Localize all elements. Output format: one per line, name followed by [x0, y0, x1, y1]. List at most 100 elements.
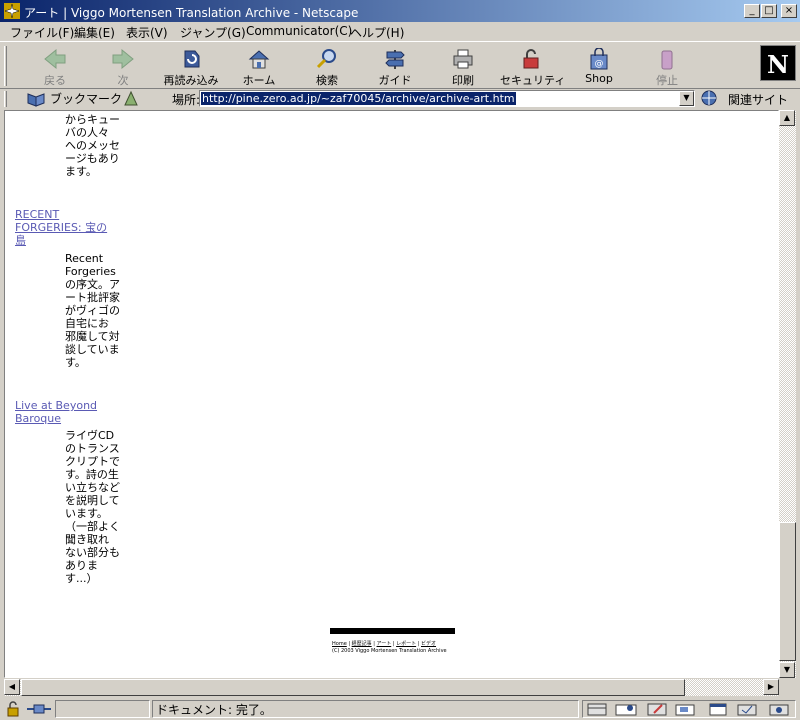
intro-text: からキュー バの人々 へのメッセ ージもあり ます。 — [65, 113, 120, 178]
footer-link-art[interactable]: アート — [377, 641, 392, 647]
desc-line: ライヴCD — [65, 429, 115, 442]
bookmarks-button[interactable]: ブックマーク — [50, 90, 122, 107]
status-bar: ドキュメント: 完了。 — [0, 697, 800, 720]
reload-label: 再読み込み — [163, 74, 219, 87]
chevron-down-icon: ▼ — [683, 93, 690, 102]
window-title: アート | Viggo Mortensen Translation Archiv… — [24, 6, 359, 20]
whats-related-icon — [701, 90, 717, 106]
back-label: 戻る — [44, 74, 66, 87]
maximize-button[interactable]: □ — [761, 4, 777, 18]
footer-link-video[interactable]: ビデオ — [421, 641, 436, 647]
menu-view[interactable]: 表示(V) — [126, 24, 168, 41]
footer-divider — [330, 628, 455, 634]
menu-edit[interactable]: 編集(E) — [74, 24, 115, 41]
print-button[interactable]: 印刷 — [432, 46, 494, 87]
desc-line: ありま — [65, 559, 98, 572]
title-bar: アート | Viggo Mortensen Translation Archiv… — [0, 0, 800, 22]
toolbar-grip[interactable] — [4, 46, 7, 86]
scroll-up-button[interactable]: ▲ — [779, 110, 795, 126]
whats-related-button[interactable]: 関連サイト — [728, 91, 788, 108]
desc-line: のトランス — [65, 442, 120, 455]
vertical-scroll-thumb[interactable] — [779, 522, 796, 661]
netscape-logo-letter: N — [767, 50, 789, 79]
guide-button[interactable]: ガイド — [364, 46, 426, 87]
desc-line: 談していま — [65, 343, 120, 356]
online-icon[interactable] — [769, 704, 789, 716]
status-text: ドキュメント: 完了。 — [156, 703, 272, 717]
intro-line: からキュー — [65, 113, 120, 126]
location-label: 場所: — [172, 93, 201, 107]
home-label: ホーム — [242, 74, 276, 87]
navigator-icon[interactable] — [587, 703, 607, 716]
home-icon — [248, 50, 270, 69]
menu-help[interactable]: ヘルプ(H) — [350, 24, 404, 41]
location-toolbar-grip[interactable] — [4, 91, 7, 107]
link-line: Baroque — [15, 412, 62, 425]
menu-file[interactable]: ファイル(F) — [10, 24, 74, 41]
security-lock-icon[interactable] — [4, 701, 24, 717]
recent-forgeries-link[interactable]: RECENT FORGERIES: 宝の 島 — [15, 208, 107, 247]
footer-link-report[interactable]: レポート — [396, 641, 416, 647]
desc-line: す。 — [65, 356, 86, 369]
scroll-down-button[interactable]: ▼ — [779, 662, 795, 678]
netscape-logo[interactable]: N — [760, 45, 796, 81]
close-icon: × — [784, 5, 794, 16]
progress-meter — [55, 700, 150, 718]
horizontal-scrollbar[interactable]: ◀ ▶ — [4, 679, 779, 696]
desc-line: Recent — [65, 252, 104, 265]
desc-line: Forgeries — [65, 265, 116, 278]
security-button[interactable]: セキュリティ — [500, 46, 565, 87]
vertical-scrollbar[interactable]: ▲ ▼ — [779, 110, 796, 678]
home-button[interactable]: ホーム — [228, 46, 290, 87]
forward-label: 次 — [117, 74, 129, 87]
print-label: 印刷 — [452, 74, 474, 87]
intro-line: ージもあり — [65, 152, 120, 165]
desc-line: （一部よく — [65, 520, 120, 533]
arrow-down-icon: ▼ — [783, 665, 791, 674]
reload-button[interactable]: 再読み込み — [160, 46, 222, 87]
scroll-left-button[interactable]: ◀ — [4, 679, 20, 695]
menu-communicator[interactable]: Communicator(C) — [246, 24, 352, 38]
desc-line: を説明して — [65, 494, 120, 507]
page-content: からキュー バの人々 へのメッセ ージもあり ます。 RECENT FORGER… — [4, 110, 779, 678]
back-arrow-icon — [44, 48, 66, 70]
address-book-icon[interactable] — [675, 704, 695, 716]
desc-line: 邪魔して対 — [65, 330, 120, 343]
back-button[interactable]: 戻る — [24, 46, 86, 87]
stop-button[interactable]: 停止 — [636, 46, 698, 87]
footer-link-home[interactable]: Home — [332, 641, 347, 647]
search-label: 検索 — [316, 74, 338, 87]
intro-line: ます。 — [65, 165, 97, 178]
tasks-icon[interactable] — [737, 704, 757, 716]
url-field[interactable]: http://pine.zero.ad.jp/~zaf70045/archive… — [199, 90, 695, 107]
calendar-icon[interactable] — [709, 703, 727, 716]
close-button[interactable]: × — [781, 4, 797, 18]
stop-icon — [661, 50, 673, 70]
footer-copyright: (C) 2003 Viggo Mortensen Translation Arc… — [332, 648, 447, 654]
forward-button[interactable]: 次 — [92, 46, 154, 87]
scroll-right-button[interactable]: ▶ — [763, 679, 779, 695]
shop-button[interactable]: @ Shop — [568, 46, 630, 86]
composer-icon[interactable] — [647, 703, 667, 716]
link-line: 島 — [15, 234, 26, 247]
link-line: RECENT — [15, 208, 60, 221]
live-at-beyond-baroque-link[interactable]: Live at Beyond Baroque — [15, 399, 97, 425]
page-proxy-icon[interactable] — [122, 90, 140, 107]
url-text: http://pine.zero.ad.jp/~zaf70045/archive… — [201, 92, 516, 105]
horizontal-scroll-thumb[interactable] — [21, 679, 685, 696]
desc-line: クリプトで — [65, 455, 120, 468]
menu-go[interactable]: ジャンプ(G) — [180, 24, 246, 41]
messenger-icon[interactable] — [615, 704, 637, 716]
shopping-bag-icon: @ — [590, 48, 608, 70]
intro-line: へのメッセ — [65, 139, 120, 152]
desc-line: い立ちなど — [65, 481, 120, 494]
search-button[interactable]: 検索 — [296, 46, 358, 87]
menu-bar: ファイル(F) 編集(E) 表示(V) ジャンプ(G) Communicator… — [0, 22, 800, 40]
intro-line: バの人々 — [65, 126, 109, 139]
search-icon — [316, 49, 336, 69]
link-line: Live at Beyond — [15, 399, 98, 412]
url-dropdown-button[interactable]: ▼ — [679, 91, 694, 106]
footer-link-biography[interactable]: 経歴記事 — [352, 641, 372, 647]
desc-line: います。 — [65, 507, 108, 520]
minimize-button[interactable]: _ — [744, 4, 760, 18]
